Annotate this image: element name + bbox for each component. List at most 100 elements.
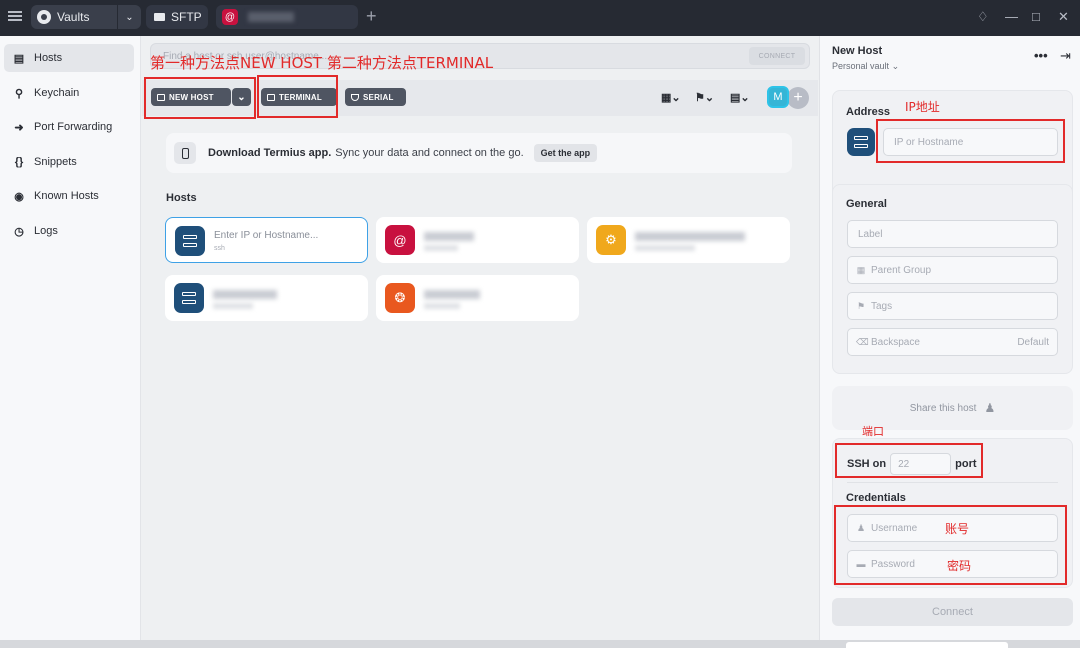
serial-icon: [351, 93, 359, 101]
sidebar-item-hosts[interactable]: ▤ Hosts: [4, 44, 134, 72]
add-member-button[interactable]: +: [787, 87, 809, 109]
host-card[interactable]: ⚙: [587, 217, 790, 263]
vault-name: Personal vault: [832, 61, 890, 71]
host-card-new[interactable]: Enter IP or Hostname... ssh: [165, 217, 368, 263]
maximize-icon[interactable]: □: [1032, 9, 1040, 24]
connect-button[interactable]: CONNECT: [749, 47, 805, 65]
tag-icon: ⚑: [856, 300, 866, 311]
redacted-host-address: [424, 245, 458, 251]
annotation-box-new-host: [144, 77, 256, 119]
sidebar-item-port-forwarding[interactable]: ➜ Port Forwarding: [4, 113, 134, 141]
annotation-password: 密码: [947, 559, 972, 573]
sort-icon[interactable]: ▤⌄: [730, 91, 750, 104]
redacted-host-name: [635, 232, 745, 241]
bottom-edge: [0, 640, 1080, 648]
redacted-host-name: [424, 290, 480, 299]
host-card[interactable]: @: [376, 217, 579, 263]
banner-text: Sync your data and connect on the go.: [335, 147, 524, 159]
chevron-down-icon[interactable]: ⌄: [117, 5, 141, 29]
host-card-title: Enter IP or Hostname...: [214, 230, 319, 241]
serial-label: SERIAL: [363, 92, 394, 102]
sidebar-item-label: Snippets: [34, 156, 77, 168]
tag-filter-icon[interactable]: ⚑⌄: [695, 91, 714, 104]
sidebar-item-known-hosts[interactable]: ◉ Known Hosts: [4, 182, 134, 210]
more-options-icon[interactable]: •••: [1034, 48, 1048, 63]
server-icon: [174, 283, 204, 313]
main-area: Find a host or ssh user@hostname... CONN…: [142, 36, 818, 640]
hosts-section-title: Hosts: [166, 192, 197, 204]
backspace-label: Backspace: [871, 336, 920, 348]
ubuntu-icon: ❂: [385, 283, 415, 313]
label-field[interactable]: Label: [847, 220, 1058, 248]
host-card-subtitle: ssh: [214, 245, 225, 252]
backspace-icon: ⌫: [856, 336, 869, 347]
braces-icon: {}: [14, 156, 24, 168]
server-icon: [175, 226, 205, 256]
host-card[interactable]: [165, 275, 368, 321]
redacted-host-name: [213, 290, 277, 299]
connect-host-button[interactable]: Connect: [832, 598, 1073, 626]
key-icon: ⚲: [14, 87, 24, 100]
users-icon: ♟: [984, 401, 996, 415]
tab-sftp-label: SFTP: [171, 10, 202, 24]
redacted-host-address: [213, 303, 253, 309]
annotation-port: 端口: [862, 425, 884, 438]
grid-view-icon[interactable]: ▦⌄: [661, 91, 681, 104]
debian-icon: @: [385, 225, 415, 255]
address-label: Address: [846, 106, 891, 118]
tab-vaults[interactable]: Vaults ⌄: [31, 5, 141, 29]
backspace-value: Default: [1017, 336, 1049, 348]
sidebar-item-keychain[interactable]: ⚲ Keychain: [4, 79, 134, 107]
tab-sftp[interactable]: SFTP: [146, 5, 208, 29]
folder-icon: ▦: [856, 264, 866, 275]
forward-arrow-icon: ➜: [14, 121, 24, 134]
folder-icon: [154, 13, 165, 21]
annotation-box-port: [835, 443, 983, 478]
parent-group-placeholder: Parent Group: [871, 264, 932, 276]
annotation-account: 账号: [945, 522, 970, 536]
close-panel-icon[interactable]: ⇥: [1060, 48, 1071, 64]
tags-placeholder: Tags: [871, 300, 893, 312]
sidebar-item-label: Hosts: [34, 52, 63, 64]
chevron-down-icon: ⌄: [891, 61, 900, 71]
annotation-headline: 第一种方法点NEW HOST 第二种方法点TERMINAL: [150, 54, 494, 72]
parent-group-field[interactable]: ▦ Parent Group: [847, 256, 1058, 284]
panel-title: New Host: [832, 45, 883, 57]
credentials-label: Credentials: [846, 492, 906, 504]
sidebar: ▤ Hosts ⚲ Keychain ➜ Port Forwarding {} …: [0, 36, 141, 640]
vault-icon: [37, 10, 51, 24]
vault-selector[interactable]: Personal vault ⌄: [832, 61, 899, 72]
close-icon[interactable]: ✕: [1058, 9, 1069, 25]
sidebar-item-logs[interactable]: ◷ Logs: [4, 217, 134, 245]
avatar[interactable]: M: [767, 86, 789, 108]
minimize-icon[interactable]: —: [1005, 9, 1018, 24]
annotation-box-terminal: [257, 75, 338, 118]
debian-icon: @: [222, 9, 238, 25]
annotation-box-address: [876, 119, 1065, 163]
sidebar-item-label: Port Forwarding: [34, 121, 113, 133]
hamburger-menu-icon[interactable]: [8, 9, 22, 23]
host-card[interactable]: ❂: [376, 275, 579, 321]
sidebar-item-label: Keychain: [34, 87, 80, 99]
redacted-host-name: [248, 12, 294, 22]
redacted-host-name: [424, 232, 474, 241]
clock-icon: ◷: [14, 225, 24, 238]
divider: [847, 482, 1058, 483]
new-tab-button[interactable]: +: [366, 6, 377, 27]
redacted-host-address: [424, 303, 460, 309]
server-icon: ▤: [13, 52, 25, 65]
title-bar: Vaults ⌄ SFTP @ + ♢ — □ ✕: [0, 0, 1080, 36]
get-app-button[interactable]: Get the app: [533, 144, 598, 162]
tags-field[interactable]: ⚑ Tags: [847, 292, 1058, 320]
sidebar-item-snippets[interactable]: {} Snippets: [4, 148, 134, 176]
tab-host-session[interactable]: @: [216, 5, 358, 29]
sidebar-item-label: Logs: [34, 225, 58, 237]
phone-icon: [174, 142, 196, 164]
bell-icon[interactable]: ♢: [977, 9, 989, 25]
serial-button[interactable]: SERIAL: [345, 88, 406, 106]
backspace-select[interactable]: ⌫ Backspace Default: [847, 328, 1058, 356]
download-banner: Download Termius app. Sync your data and…: [166, 133, 792, 173]
gear-icon: ⚙: [596, 225, 626, 255]
share-label: Share this host: [909, 402, 977, 414]
general-label: General: [846, 198, 887, 210]
